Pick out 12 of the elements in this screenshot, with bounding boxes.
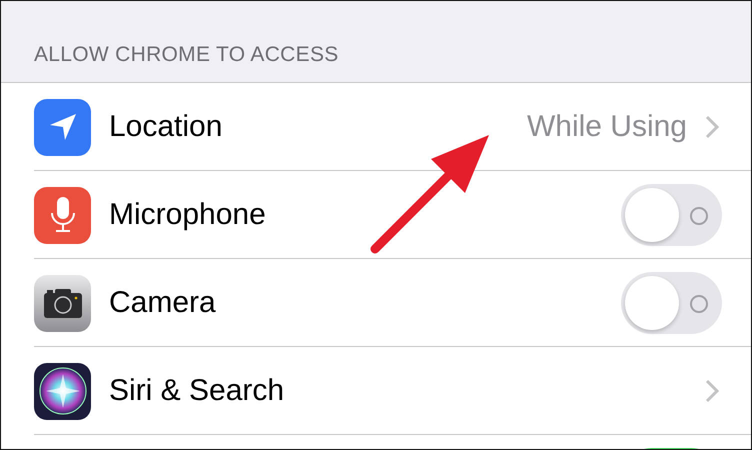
siri-icon [34,362,91,420]
microphone-icon [34,186,91,244]
setting-label[interactable]: Camera [109,286,621,320]
chevron-icon [705,379,719,403]
setting-value: While Using [526,110,687,144]
setting-label[interactable]: Location [109,110,527,144]
camera-icon [34,274,91,332]
setting-label[interactable]: Microphone [109,198,621,232]
section-header: ALLOW CHROME TO ACCESS [34,43,339,67]
setting-label[interactable]: Siri & Search [109,374,705,408]
location-icon [34,98,91,156]
chevron-icon [705,115,719,139]
